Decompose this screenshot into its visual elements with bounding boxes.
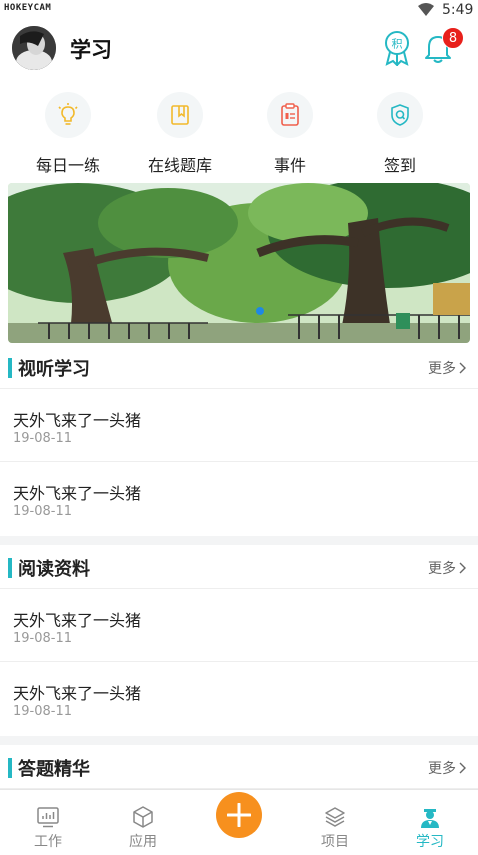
nav-label: 工作 xyxy=(34,834,62,850)
section-accent-bar xyxy=(8,358,12,378)
section-audio-visual: 视听学习 更多 天外飞来了一头猪 19-08-11 天外飞来了一头猪 19-08… xyxy=(0,345,478,535)
item-title: 天外飞来了一头猪 xyxy=(13,684,142,703)
chart-monitor-icon xyxy=(37,807,59,828)
carousel-indicator[interactable] xyxy=(256,307,264,315)
section-title: 阅读资料 xyxy=(18,559,90,580)
section-reading: 阅读资料 更多 天外飞来了一头猪 19-08-11 天外飞来了一头猪 19-08… xyxy=(0,545,478,735)
section-divider xyxy=(0,736,478,745)
item-title: 天外飞来了一头猪 xyxy=(13,411,142,430)
notification-count-badge: 8 xyxy=(442,27,464,49)
nav-label: 学习 xyxy=(416,834,444,850)
add-button[interactable] xyxy=(216,792,262,838)
item-date: 19-08-11 xyxy=(13,631,73,646)
quick-action-events[interactable]: 事件 xyxy=(234,92,344,176)
bookmark-book-icon xyxy=(171,105,189,125)
list-item[interactable]: 天外飞来了一头猪 19-08-11 xyxy=(0,462,478,535)
item-date: 19-08-11 xyxy=(13,431,73,446)
nav-item-work[interactable]: 工作 xyxy=(0,790,96,855)
section-answer-highlights: 答题精华 更多 xyxy=(0,745,478,789)
quick-action-question-bank[interactable]: 在线题库 xyxy=(124,92,234,176)
list-item[interactable]: 天外飞来了一头猪 19-08-11 xyxy=(0,662,478,735)
status-time: 5:49 xyxy=(442,2,474,18)
section-title: 视听学习 xyxy=(18,359,90,380)
quick-action-label: 每日一练 xyxy=(35,156,100,175)
nav-label: 应用 xyxy=(129,834,157,850)
notifications-button[interactable]: 8 xyxy=(424,27,464,70)
quick-action-check-in[interactable]: 签到 xyxy=(344,92,454,176)
chevron-right-icon xyxy=(459,762,466,774)
list-item[interactable]: 天外飞来了一头猪 19-08-11 xyxy=(0,589,478,662)
list-item[interactable]: 天外飞来了一头猪 19-08-11 xyxy=(0,389,478,462)
item-date: 19-08-11 xyxy=(13,504,73,519)
shield-check-icon xyxy=(391,104,409,126)
quick-action-label: 签到 xyxy=(383,156,416,175)
nav-item-study[interactable]: 学习 xyxy=(382,790,478,855)
more-link[interactable]: 更多 xyxy=(428,558,466,578)
cube-icon xyxy=(133,806,153,828)
section-title: 答题精华 xyxy=(18,759,90,780)
banner-carousel[interactable] xyxy=(8,183,470,343)
layers-icon xyxy=(325,807,345,827)
clipboard-icon xyxy=(281,103,299,126)
medal-icon[interactable]: 积 xyxy=(382,30,412,66)
section-accent-bar xyxy=(8,558,12,578)
item-title: 天外飞来了一头猪 xyxy=(13,484,142,503)
plus-icon xyxy=(227,803,251,827)
student-icon xyxy=(421,809,439,828)
chevron-right-icon xyxy=(459,562,466,574)
nav-item-apps[interactable]: 应用 xyxy=(95,790,191,855)
item-title: 天外飞来了一头猪 xyxy=(13,611,142,630)
header: 学习 积 8 xyxy=(0,22,478,78)
avatar[interactable] xyxy=(12,26,56,70)
more-link[interactable]: 更多 xyxy=(428,358,466,378)
avatar-image xyxy=(12,26,56,70)
item-date: 19-08-11 xyxy=(13,704,73,719)
nav-item-projects[interactable]: 项目 xyxy=(287,790,383,855)
section-divider xyxy=(0,536,478,545)
lightbulb-icon xyxy=(58,103,78,125)
watermark-text: HOKEYCAM xyxy=(4,3,52,13)
more-link[interactable]: 更多 xyxy=(428,758,466,778)
status-bar: HOKEYCAM 5:49 xyxy=(0,0,478,20)
chevron-right-icon xyxy=(459,362,466,374)
banner-image xyxy=(8,183,470,343)
section-accent-bar xyxy=(8,758,12,778)
quick-action-label: 事件 xyxy=(273,156,306,175)
wifi-icon xyxy=(418,3,434,16)
quick-action-daily-practice[interactable]: 每日一练 xyxy=(12,92,122,176)
quick-actions: 每日一练 在线题库 事件 签到 xyxy=(0,92,478,176)
nav-label: 项目 xyxy=(321,834,349,850)
medal-char: 积 xyxy=(392,38,403,51)
quick-action-label: 在线题库 xyxy=(147,156,212,175)
page-title: 学习 xyxy=(70,38,112,62)
